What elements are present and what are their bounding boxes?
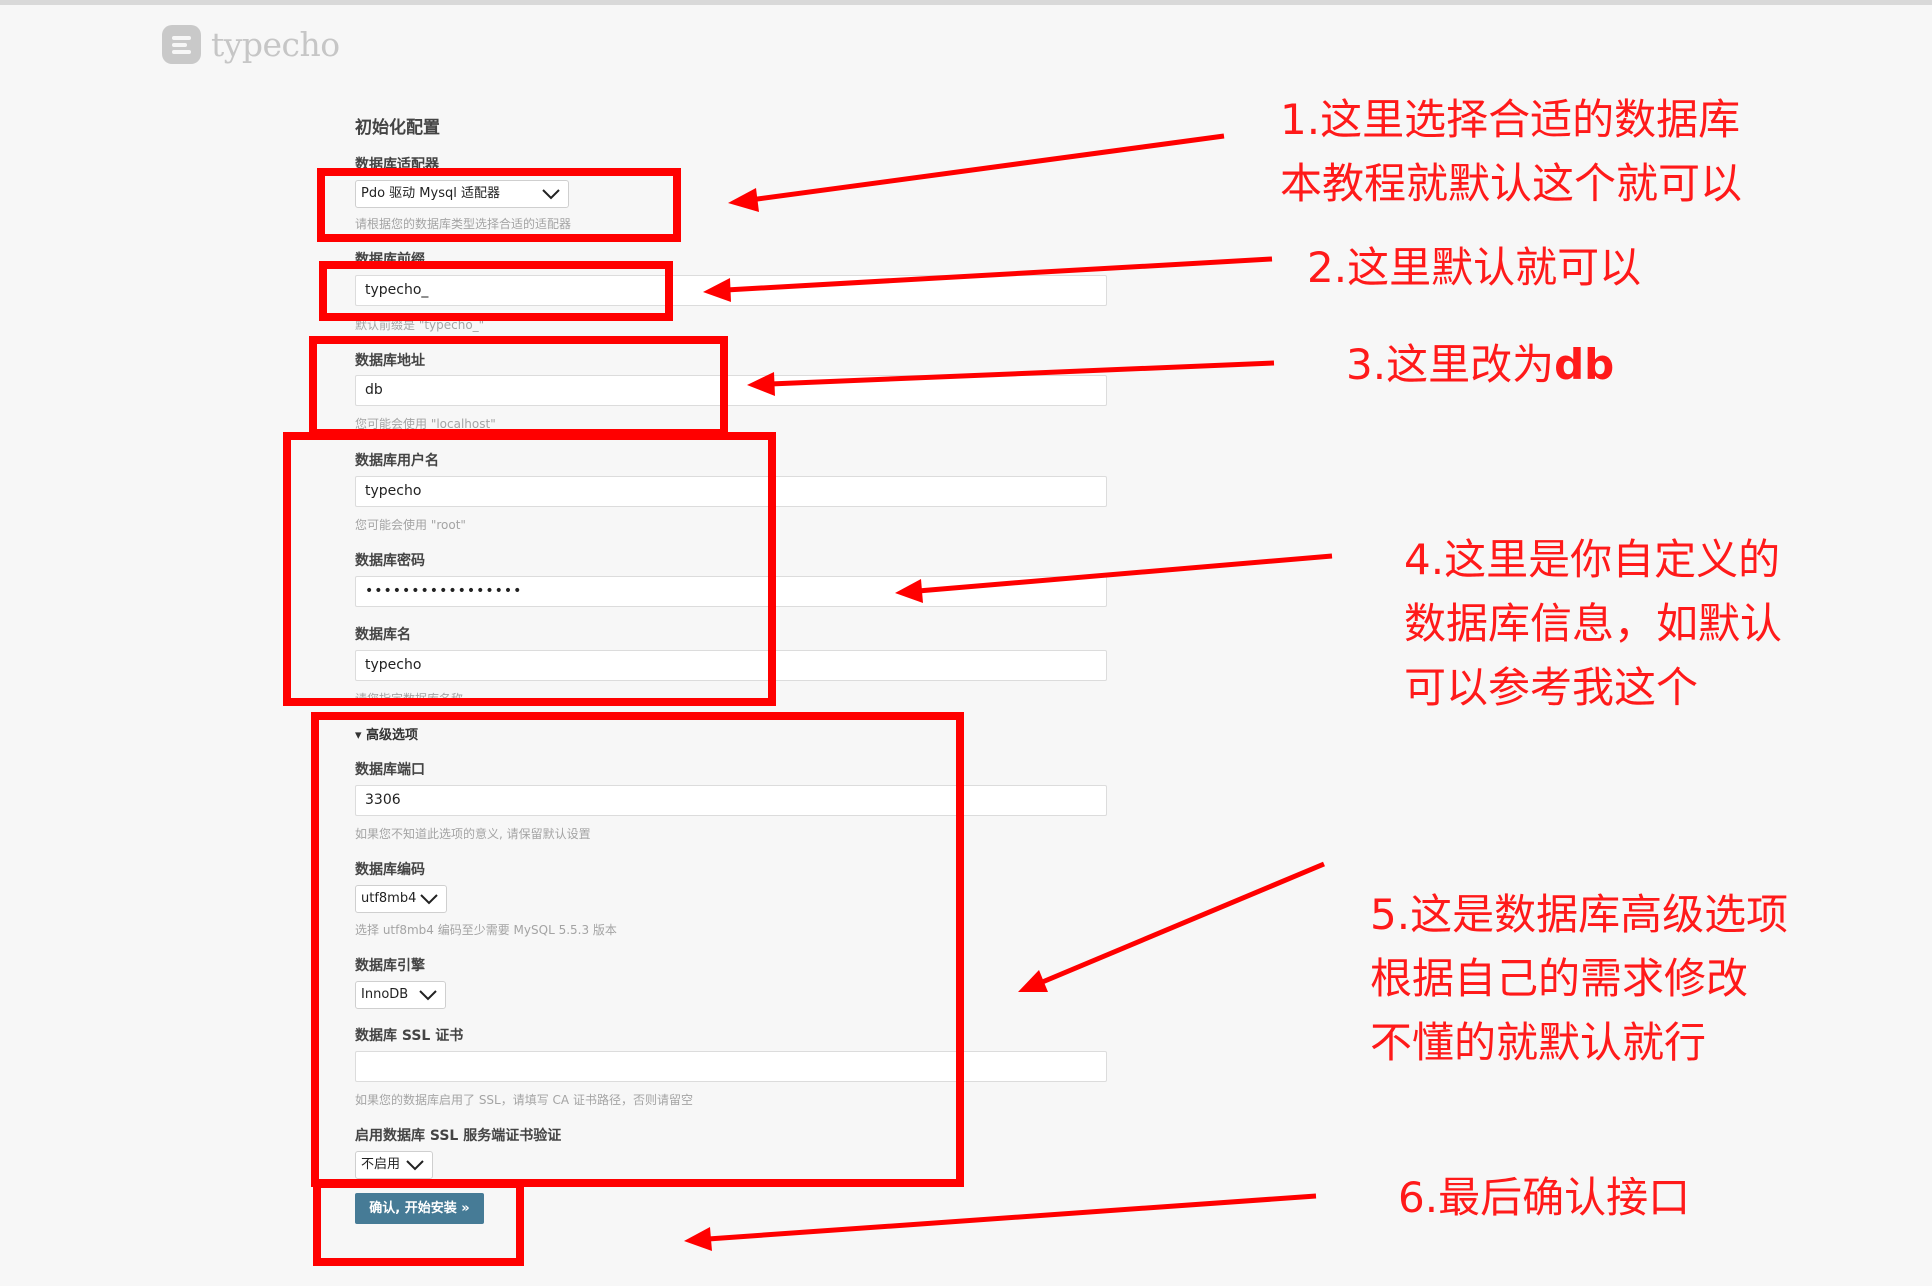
- annotation-note-6: 6.最后确认接口: [1398, 1173, 1691, 1222]
- annotation-note-5: 5.这是数据库高级选项 根据自己的需求修改 不懂的就默认就行: [1370, 890, 1789, 1067]
- annotation-note-2: 2.这里默认就可以: [1307, 243, 1642, 292]
- annotation-note-4: 4.这里是你自定义的 数据库信息，如默认 可以参考我这个: [1404, 535, 1783, 712]
- annotation-note-3: 3.这里改为db: [1346, 340, 1615, 389]
- annotation-note-1: 1.这里选择合适的数据库 本教程就默认这个就可以: [1280, 95, 1743, 208]
